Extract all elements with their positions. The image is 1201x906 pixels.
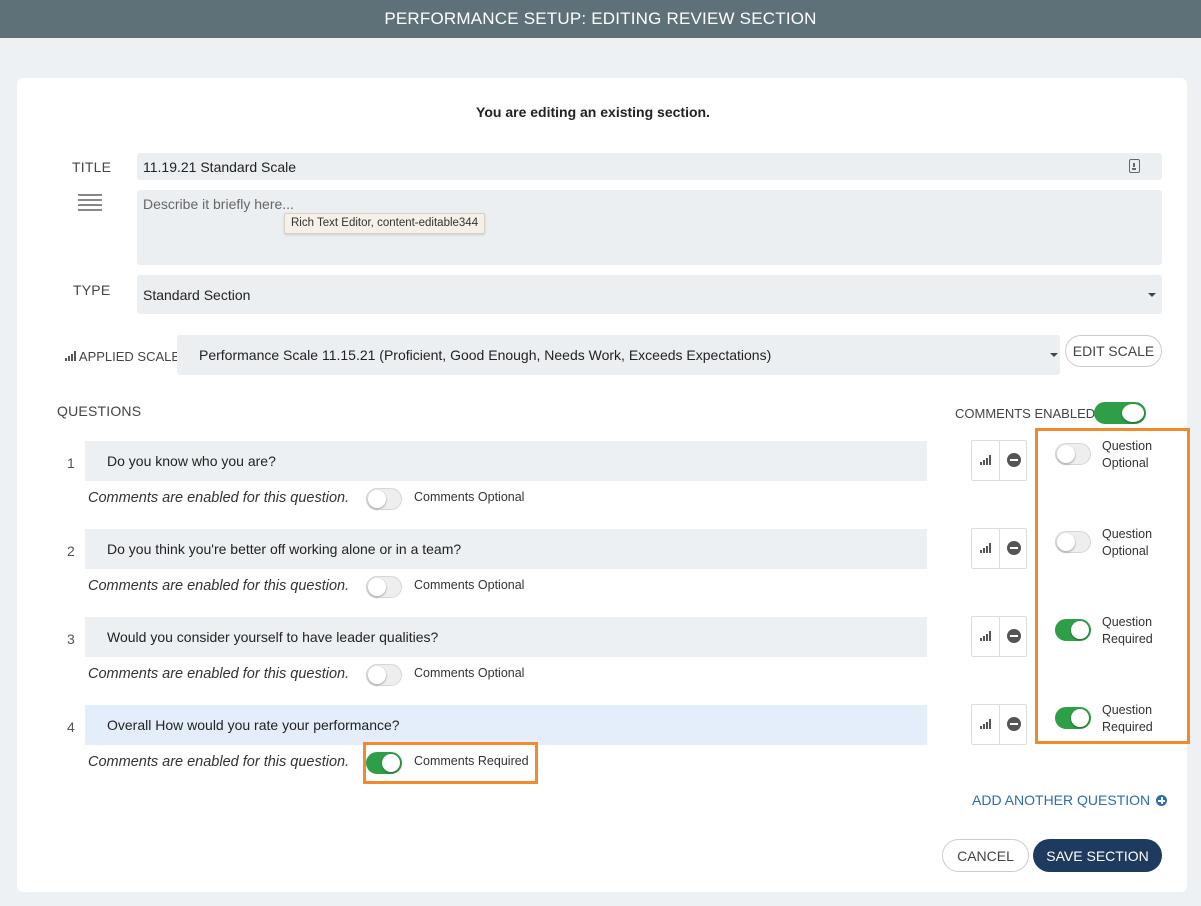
question-text-field[interactable]: Do you know who you are? [85, 441, 927, 481]
scale-icon[interactable] [980, 543, 991, 553]
remove-question-icon[interactable] [1007, 541, 1021, 555]
type-select[interactable]: Standard Section [137, 275, 1162, 314]
question-number: 2 [67, 543, 75, 559]
cancel-button[interactable]: CANCEL [942, 839, 1029, 872]
question-number: 4 [67, 719, 75, 735]
comments-note: Comments are enabled for this question. [88, 666, 350, 682]
page-header: PERFORMANCE SETUP: EDITING REVIEW SECTIO… [0, 0, 1201, 38]
applied-scale-label-wrap: APPLIED SCALE [65, 349, 180, 364]
save-section-button[interactable]: SAVE SECTION [1033, 839, 1162, 872]
type-label: TYPE [73, 282, 111, 298]
comments-note: Comments are enabled for this question. [88, 754, 350, 770]
remove-question-icon[interactable] [1007, 453, 1021, 467]
question-text: Overall How would you rate your performa… [107, 717, 400, 733]
scale-icon[interactable] [980, 631, 991, 641]
add-question-link[interactable]: ADD ANOTHER QUESTION [972, 792, 1168, 808]
question-text-field[interactable]: Overall How would you rate your performa… [85, 705, 927, 745]
comment-required-toggle[interactable] [366, 488, 402, 510]
chevron-down-icon [1050, 353, 1058, 357]
scale-value: Performance Scale 11.15.21 (Proficient, … [199, 347, 772, 363]
question-text: Do you think you're better off working a… [107, 541, 462, 557]
scale-icon[interactable] [980, 455, 991, 465]
description-placeholder: Describe it briefly here... [143, 196, 294, 212]
question-actions [971, 528, 1027, 569]
applied-scale-label: APPLIED SCALE [78, 349, 181, 364]
edit-scale-button[interactable]: EDIT SCALE [1065, 335, 1162, 367]
toggle-knob [368, 666, 386, 684]
comments-enabled-label: COMMENTS ENABLED [955, 406, 1096, 421]
title-value: 11.19.21 Standard Scale [143, 159, 297, 175]
scale-select[interactable]: Performance Scale 11.15.21 (Proficient, … [177, 335, 1060, 375]
toggle-knob [368, 490, 386, 508]
contact-card-icon[interactable] [1129, 159, 1140, 173]
add-question-label: ADD ANOTHER QUESTION [972, 792, 1151, 808]
title-input[interactable]: 11.19.21 Standard Scale [137, 153, 1162, 180]
toggle-knob [368, 578, 386, 596]
scale-icon[interactable] [980, 719, 991, 729]
editor-tooltip: Rich Text Editor, content-editable344 [284, 213, 486, 234]
comments-note: Comments are enabled for this question. [88, 578, 350, 594]
remove-question-icon[interactable] [1007, 629, 1021, 643]
required-toggles-highlight [1035, 428, 1190, 744]
question-actions [971, 616, 1027, 657]
question-actions [971, 704, 1027, 745]
remove-question-icon[interactable] [1007, 717, 1021, 731]
toggle-knob [1122, 404, 1144, 422]
title-label: TITLE [72, 159, 112, 175]
menu-lines-icon[interactable] [78, 194, 102, 212]
question-text: Would you consider yourself to have lead… [107, 629, 439, 645]
questions-label: QUESTIONS [57, 403, 142, 419]
signal-bars-icon [65, 351, 76, 361]
question-number: 1 [67, 455, 75, 471]
comment-state-label: Comments Optional [414, 490, 525, 504]
question-text: Do you know who you are? [107, 453, 276, 469]
question-actions [971, 440, 1027, 481]
page-title: PERFORMANCE SETUP: EDITING REVIEW SECTIO… [384, 9, 817, 28]
question-text-field[interactable]: Would you consider yourself to have lead… [85, 617, 927, 657]
question-number: 3 [67, 631, 75, 647]
comments-required-highlight [363, 742, 538, 784]
comment-required-toggle[interactable] [366, 576, 402, 598]
editing-notice: You are editing an existing section. [476, 104, 710, 120]
comment-required-toggle[interactable] [366, 664, 402, 686]
chevron-down-icon [1148, 293, 1156, 297]
question-text-field[interactable]: Do you think you're better off working a… [85, 529, 927, 569]
comment-state-label: Comments Optional [414, 666, 525, 680]
comment-state-label: Comments Optional [414, 578, 525, 592]
type-value: Standard Section [143, 287, 251, 303]
comments-enabled-toggle[interactable] [1094, 402, 1146, 424]
comments-note: Comments are enabled for this question. [88, 490, 350, 506]
plus-circle-icon [1156, 795, 1168, 806]
